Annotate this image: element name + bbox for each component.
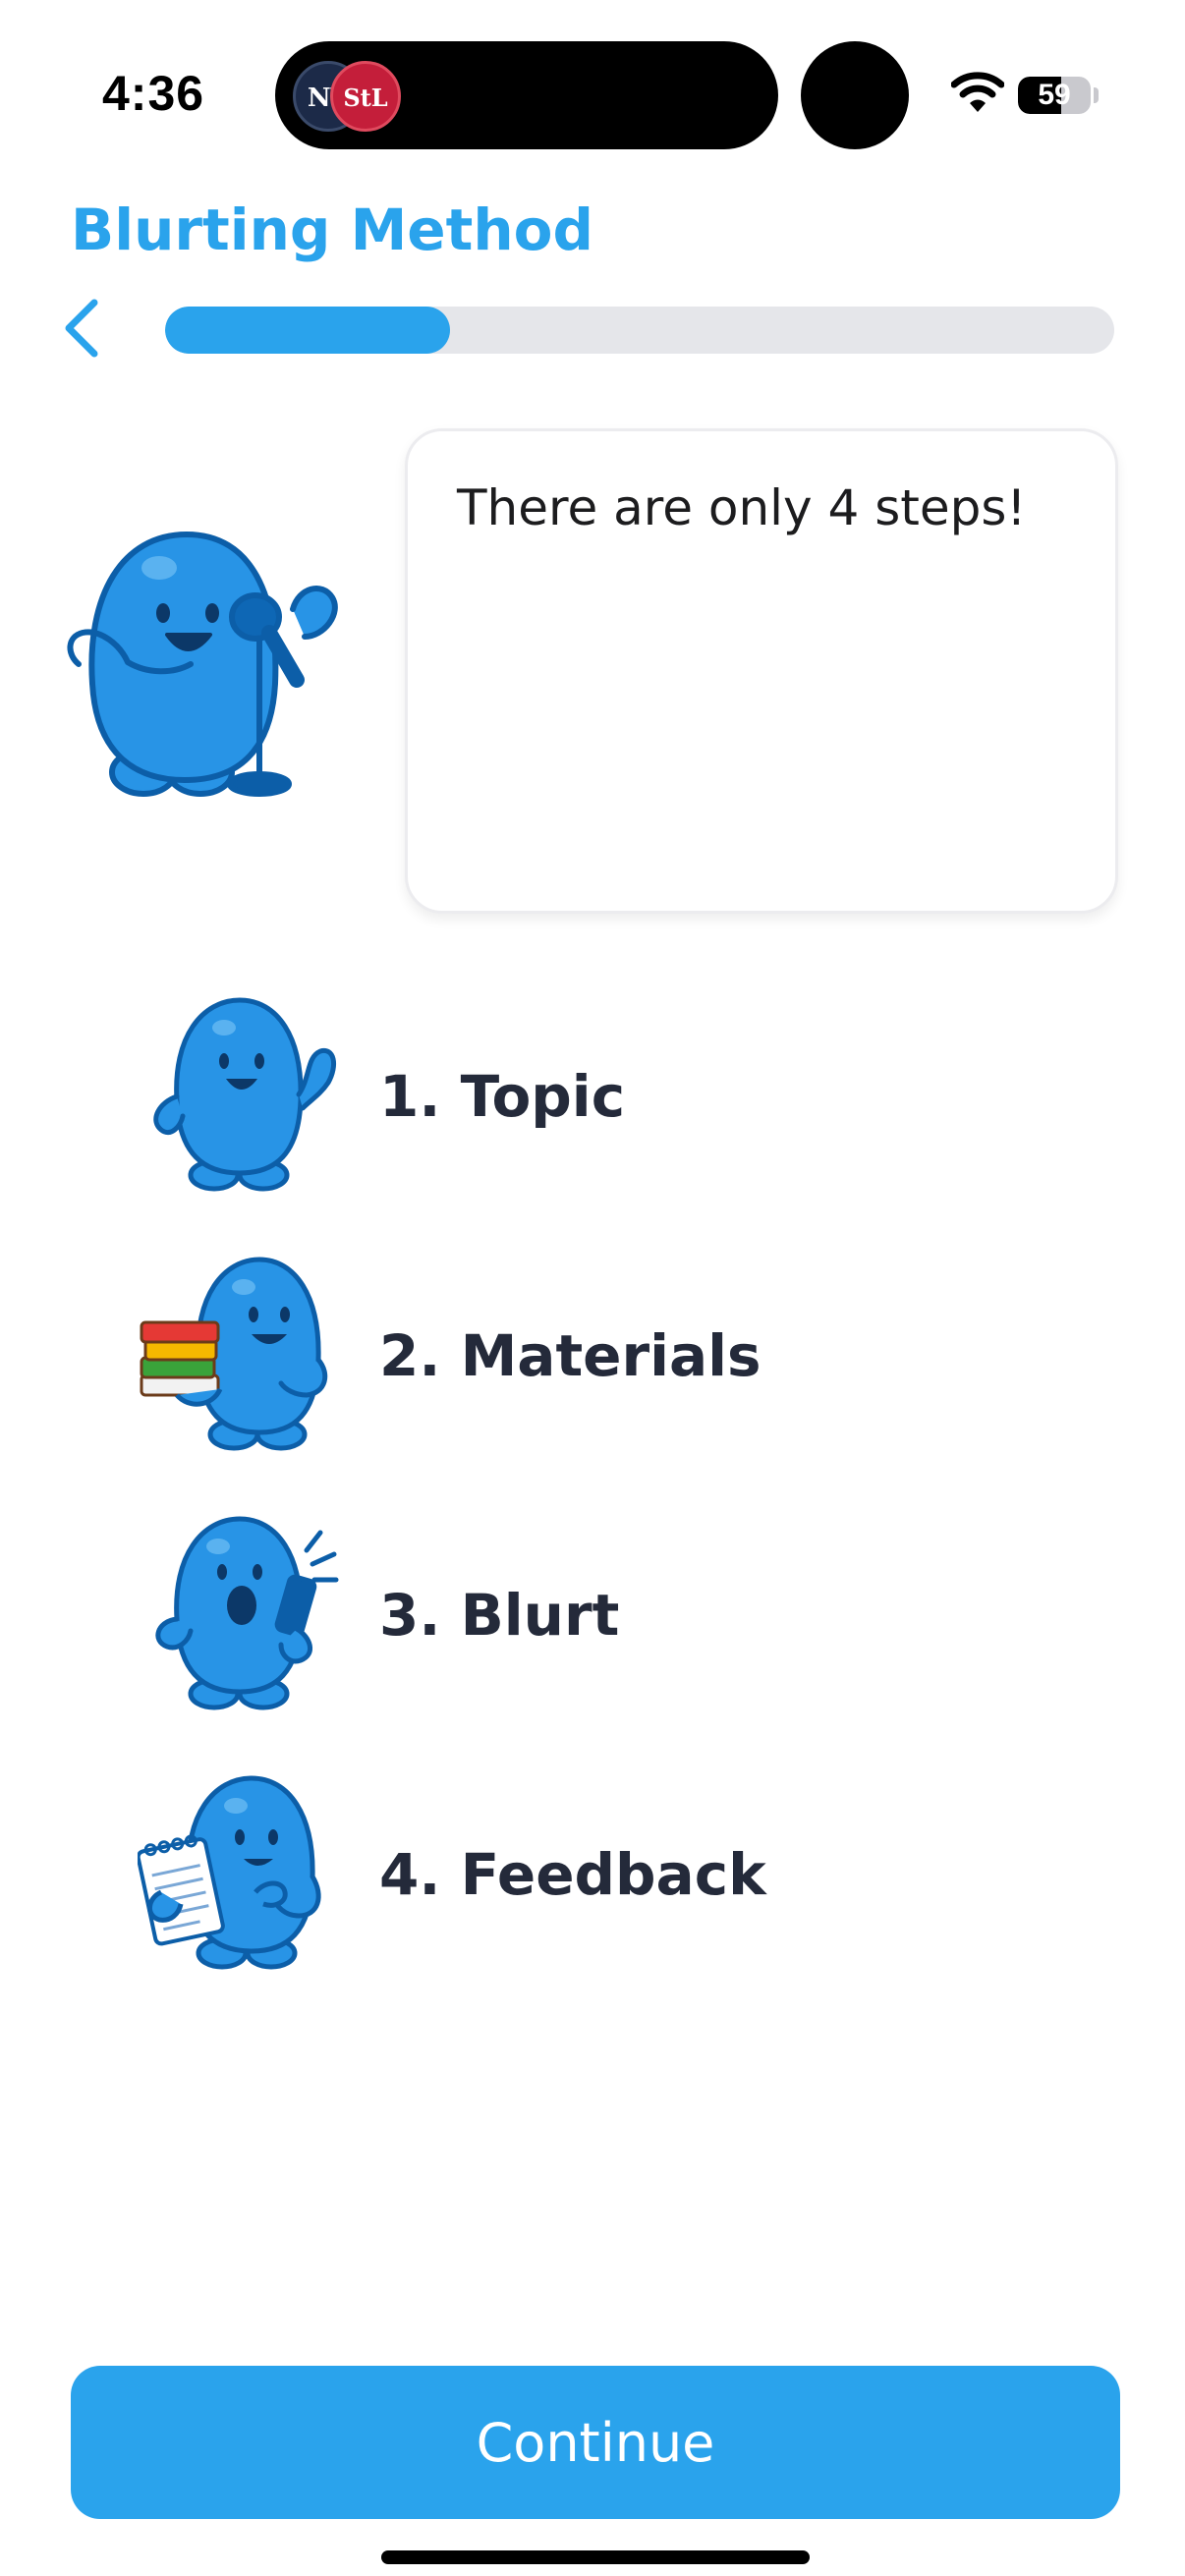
step-feedback: 4. Feedback bbox=[138, 1770, 1022, 1977]
chevron-left-icon bbox=[65, 299, 98, 358]
step-label: 1. Topic bbox=[379, 1063, 626, 1130]
mascot-shouting-icon bbox=[155, 1516, 339, 1710]
dynamic-island: NY StL bbox=[275, 41, 778, 149]
step-blurt: 3. Blurt bbox=[138, 1511, 1022, 1717]
speech-text: There are only 4 steps! bbox=[457, 479, 1027, 536]
home-indicator[interactable] bbox=[381, 2550, 810, 2564]
cardinals-logo-icon: StL bbox=[330, 61, 401, 132]
step-label: 3. Blurt bbox=[379, 1582, 620, 1649]
step-label: 2. Materials bbox=[379, 1322, 762, 1389]
svg-text:StL: StL bbox=[343, 84, 387, 112]
page-title: Blurting Method bbox=[71, 196, 594, 263]
mascot-waving-icon bbox=[153, 997, 337, 1192]
mascot-notepad-icon bbox=[138, 1775, 321, 1970]
battery-nub bbox=[1094, 87, 1099, 103]
progress-bar bbox=[165, 307, 1114, 354]
step-topic: 1. Topic bbox=[138, 992, 1022, 1199]
step-materials: 2. Materials bbox=[138, 1252, 1022, 1458]
wifi-icon bbox=[951, 72, 1004, 112]
battery-icon: 59 bbox=[1018, 77, 1091, 114]
speech-bubble: There are only 4 steps! bbox=[405, 428, 1118, 914]
status-time: 4:36 bbox=[102, 66, 205, 121]
battery-level: 59 bbox=[1038, 79, 1071, 111]
step-label: 4. Feedback bbox=[379, 1841, 766, 1908]
progress-fill bbox=[165, 307, 450, 354]
continue-button[interactable]: Continue bbox=[71, 2366, 1120, 2519]
mascot-microphone-icon bbox=[67, 532, 338, 797]
back-button[interactable] bbox=[57, 297, 112, 360]
front-camera bbox=[801, 41, 909, 149]
mascot-books-icon bbox=[140, 1257, 328, 1451]
